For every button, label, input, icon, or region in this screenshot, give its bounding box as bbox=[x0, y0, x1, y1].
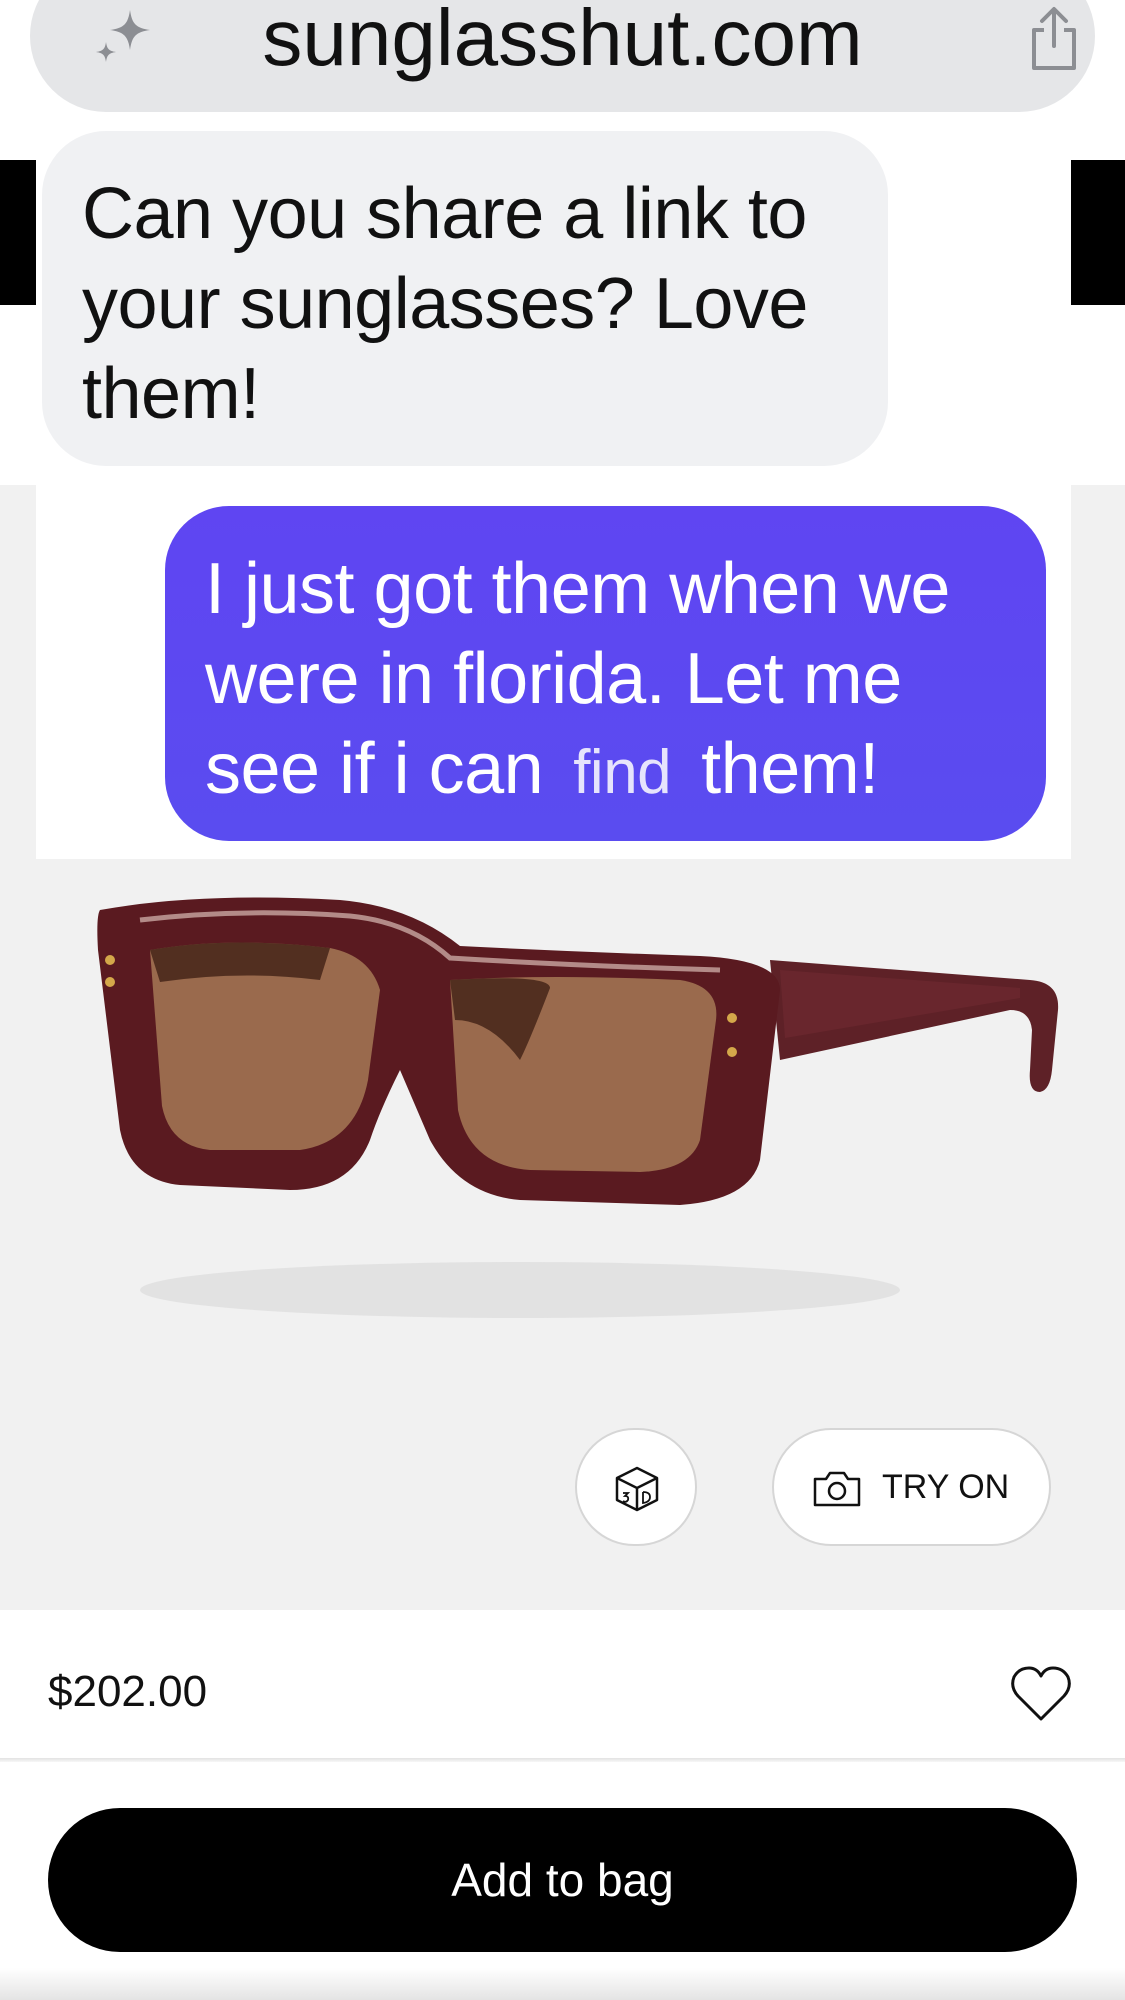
outgoing-message-line: were in florida. Let me bbox=[205, 639, 902, 719]
incoming-message-bubble: Can you share a link to your sunglasses?… bbox=[42, 131, 888, 466]
divider bbox=[0, 1758, 1125, 1762]
address-bar[interactable]: sunglasshut.com bbox=[30, 0, 1095, 112]
cube-3d-icon bbox=[615, 1466, 659, 1512]
sunglasses-image bbox=[97, 897, 1059, 1318]
add-to-bag-button[interactable]: Add to bag bbox=[48, 1808, 1077, 1952]
camera-icon bbox=[813, 1471, 861, 1507]
outgoing-message-line: I just got them when we bbox=[205, 549, 950, 629]
outgoing-message-bubble: I just got them when we were in florida.… bbox=[165, 506, 1046, 841]
share-icon[interactable] bbox=[1026, 6, 1082, 72]
outgoing-message-fragment: see if i can bbox=[205, 729, 544, 809]
heart-icon[interactable] bbox=[1010, 1665, 1072, 1723]
edge-bar-left bbox=[0, 160, 36, 305]
outgoing-message-fragment: find bbox=[573, 738, 672, 807]
incoming-message-line: Can you share a link to bbox=[82, 174, 807, 254]
edge-bar-right bbox=[1071, 160, 1125, 305]
outgoing-message-line: see if i can find them! bbox=[205, 724, 1006, 818]
incoming-message-line: your sunglasses? Love bbox=[82, 264, 808, 344]
product-price: $202.00 bbox=[48, 1667, 208, 1716]
bottom-shadow bbox=[0, 1968, 1125, 2000]
incoming-message-line: them! bbox=[82, 354, 260, 434]
try-on-button[interactable]: TRY ON bbox=[772, 1428, 1051, 1546]
url-text[interactable]: sunglasshut.com bbox=[30, 0, 1095, 78]
outgoing-message-fragment: them! bbox=[701, 729, 879, 809]
view-3d-button[interactable] bbox=[575, 1428, 697, 1546]
try-on-label: TRY ON bbox=[882, 1468, 1010, 1506]
